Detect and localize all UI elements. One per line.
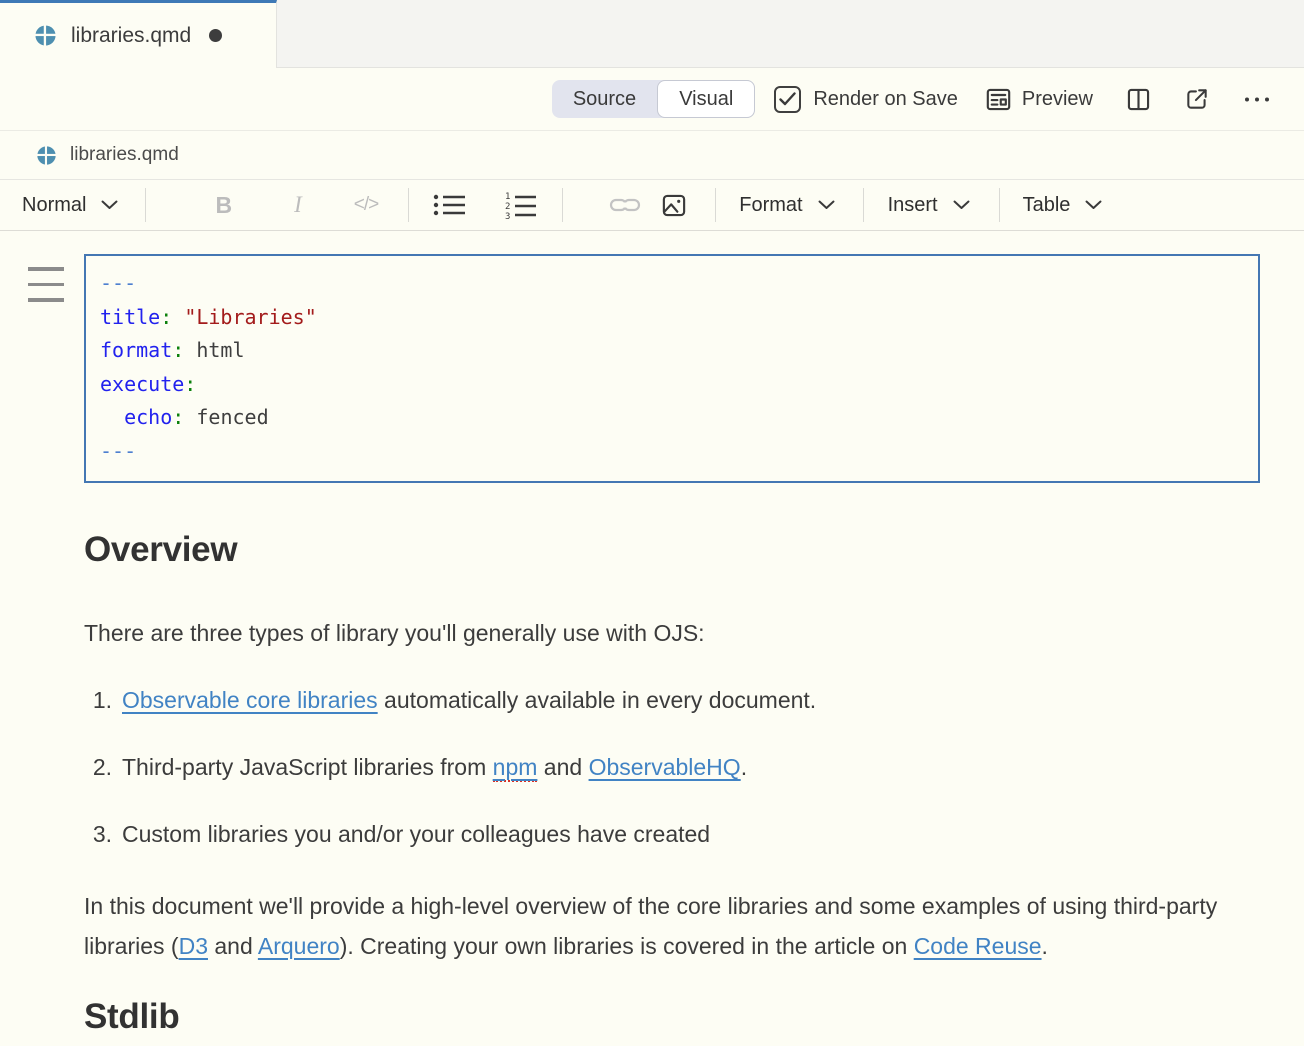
render-on-save-control[interactable]: Render on Save	[774, 86, 958, 113]
paragraph-style-dropdown[interactable]: Normal	[22, 194, 118, 217]
toolbar-separator	[999, 188, 1000, 222]
bullet-list-button[interactable]	[433, 192, 467, 218]
toolbar-separator	[715, 188, 716, 222]
svg-text:3: 3	[505, 212, 510, 219]
heading-overview: Overview	[84, 530, 1260, 570]
observablehq-link[interactable]: ObservableHQ	[589, 754, 741, 780]
block-drag-handle-icon[interactable]	[28, 267, 64, 302]
visual-editor-canvas[interactable]: --- title: "Libraries" format: html exec…	[0, 231, 1304, 1037]
toolbar-separator	[145, 188, 146, 222]
chevron-down-icon	[818, 200, 835, 210]
editor-toolbar: Source Visual Render on Save Preview	[0, 68, 1304, 131]
checkmark-icon	[779, 92, 796, 106]
yaml-fence-close: ---	[100, 435, 1244, 469]
toolbar-separator	[408, 188, 409, 222]
bold-icon: B	[215, 192, 232, 219]
link-icon	[609, 195, 641, 215]
yaml-fence-open: ---	[100, 267, 1244, 301]
numbered-list-icon: 1 2 3	[504, 191, 538, 219]
yaml-entry-title: title: "Libraries"	[100, 301, 1244, 335]
preview-button[interactable]: Preview	[985, 86, 1093, 113]
tab-bar: libraries.qmd	[0, 0, 1304, 68]
library-types-list: 1. Observable core libraries automatical…	[84, 680, 1260, 854]
observable-core-libraries-link[interactable]: Observable core libraries	[122, 687, 378, 713]
preview-icon	[985, 86, 1012, 113]
render-on-save-label: Render on Save	[813, 88, 958, 111]
closing-paragraph: In this document we'll provide a high-le…	[84, 886, 1234, 966]
chevron-down-icon	[953, 200, 970, 210]
numbered-list-button[interactable]: 1 2 3	[504, 191, 538, 219]
source-mode-button[interactable]: Source	[552, 80, 657, 118]
toolbar-separator	[562, 188, 563, 222]
italic-button[interactable]: I	[294, 192, 302, 218]
split-editor-button[interactable]	[1125, 86, 1152, 113]
insert-menu-label: Insert	[888, 194, 938, 217]
list-item: 3. Custom libraries you and/or your coll…	[84, 814, 1260, 854]
quarto-icon	[36, 145, 57, 166]
unsaved-changes-dot	[209, 29, 222, 42]
code-icon: </>	[354, 194, 378, 216]
chevron-down-icon	[1085, 200, 1102, 210]
list-item-text: Custom libraries you and/or your colleag…	[122, 814, 710, 854]
list-item-text: Third-party JavaScript libraries from np…	[122, 747, 747, 787]
breadcrumb-file[interactable]: libraries.qmd	[70, 144, 179, 166]
yaml-entry-execute: execute:	[100, 368, 1244, 402]
table-menu[interactable]: Table	[1023, 194, 1103, 217]
code-button[interactable]: </>	[354, 194, 378, 216]
open-external-button[interactable]	[1184, 86, 1210, 112]
split-editor-icon	[1125, 86, 1152, 113]
list-marker: 2.	[84, 747, 112, 787]
tab-title: libraries.qmd	[71, 24, 191, 48]
visual-mode-button[interactable]: Visual	[657, 80, 755, 118]
image-button[interactable]	[659, 192, 689, 219]
tab-libraries-qmd[interactable]: libraries.qmd	[0, 0, 277, 68]
d3-link[interactable]: D3	[179, 933, 208, 959]
list-marker: 1.	[84, 680, 112, 720]
format-toolbar: Normal B I </> 1 2 3	[0, 180, 1304, 231]
quarto-icon	[34, 24, 57, 47]
toolbar-separator	[863, 188, 864, 222]
preview-label: Preview	[1022, 88, 1093, 111]
code-reuse-link[interactable]: Code Reuse	[914, 933, 1042, 959]
breadcrumb: libraries.qmd	[0, 131, 1304, 180]
format-menu-label: Format	[739, 194, 802, 217]
open-external-icon	[1184, 86, 1210, 112]
chevron-down-icon	[101, 200, 118, 210]
svg-text:2: 2	[505, 202, 510, 212]
yaml-entry-echo: echo: fenced	[100, 401, 1244, 435]
bullet-list-icon	[433, 192, 467, 218]
intro-paragraph: There are three types of library you'll …	[84, 613, 1234, 653]
insert-menu[interactable]: Insert	[888, 194, 970, 217]
list-item-text: Observable core libraries automatically …	[122, 680, 816, 720]
image-icon	[659, 192, 689, 219]
svg-text:1: 1	[505, 192, 510, 202]
render-on-save-checkbox[interactable]	[774, 86, 801, 113]
bold-button[interactable]: B	[215, 192, 232, 219]
link-button[interactable]	[609, 195, 641, 215]
yaml-entry-format: format: html	[100, 334, 1244, 368]
list-item: 2. Third-party JavaScript libraries from…	[84, 747, 1260, 787]
list-marker: 3.	[84, 814, 112, 854]
npm-link[interactable]: npm	[493, 754, 538, 782]
mode-toggle: Source Visual	[552, 80, 756, 118]
format-menu[interactable]: Format	[739, 194, 834, 217]
yaml-front-matter-block[interactable]: --- title: "Libraries" format: html exec…	[84, 254, 1260, 483]
list-item: 1. Observable core libraries automatical…	[84, 680, 1260, 720]
table-menu-label: Table	[1023, 194, 1071, 217]
italic-icon: I	[294, 192, 302, 218]
more-actions-button[interactable]	[1242, 86, 1272, 113]
arquero-link[interactable]: Arquero	[258, 933, 340, 959]
heading-stdlib: Stdlib	[84, 997, 1260, 1037]
ellipsis-icon	[1242, 86, 1272, 113]
paragraph-style-label: Normal	[22, 194, 86, 217]
